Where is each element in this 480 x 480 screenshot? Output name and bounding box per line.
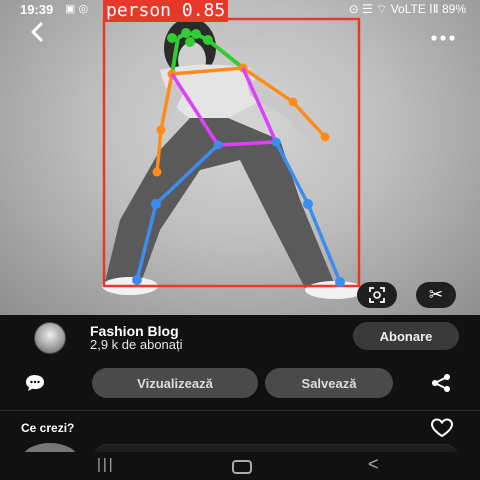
comments-prompt: Ce crezi? <box>21 421 75 435</box>
status-right: ⊙ ☰ ⌔ VoLTE ⅠⅡ 89% <box>349 2 466 17</box>
heart-icon <box>430 418 454 438</box>
view-button[interactable]: Vizualizează <box>92 368 258 398</box>
scissors-icon: ✂ <box>428 285 444 304</box>
subscribe-button[interactable]: Abonare <box>353 322 459 350</box>
share-icon <box>432 374 450 392</box>
arm-keypoints <box>152 63 330 177</box>
share-button[interactable] <box>430 373 452 398</box>
profile-avatar[interactable] <box>22 322 76 354</box>
like-button[interactable] <box>430 418 454 443</box>
system-icons: ⊙ ☰ ⌔ VoLTE ⅠⅡ <box>348 2 439 16</box>
visual-search-icon <box>369 287 385 303</box>
detection-label: person 0.85 <box>103 0 229 22</box>
more-horizontal-icon <box>431 35 455 41</box>
subscriber-count: 2,9 k de abonați <box>90 337 183 352</box>
comment-button[interactable] <box>24 373 46 398</box>
back-button[interactable] <box>25 20 51 46</box>
crop-button[interactable]: ✂ <box>416 282 456 308</box>
chat-bubble-icon <box>26 375 44 391</box>
save-button[interactable]: Salvează <box>265 368 393 398</box>
avatar-image <box>34 322 66 354</box>
home-button[interactable] <box>232 460 252 474</box>
notification-icons: ▣ ◎ <box>65 3 89 15</box>
face-keypoints <box>167 28 213 47</box>
section-divider <box>0 410 480 411</box>
pose-overlay <box>102 17 361 288</box>
recent-apps-button[interactable]: ||| <box>97 456 115 473</box>
system-back-button[interactable]: < <box>368 454 379 475</box>
status-time: 19:39 <box>20 2 54 17</box>
chevron-left-icon <box>31 22 43 42</box>
visual-search-button[interactable] <box>357 282 397 308</box>
status-bar: 19:39 ▣ ◎ ⊙ ☰ ⌔ VoLTE ⅠⅡ 89% <box>0 0 480 20</box>
arm-skeleton <box>155 66 327 173</box>
more-options-button[interactable] <box>430 22 456 48</box>
battery-level: 89% <box>441 2 466 16</box>
system-nav-bar: ||| < <box>0 452 480 480</box>
leg-skeleton <box>135 141 342 283</box>
